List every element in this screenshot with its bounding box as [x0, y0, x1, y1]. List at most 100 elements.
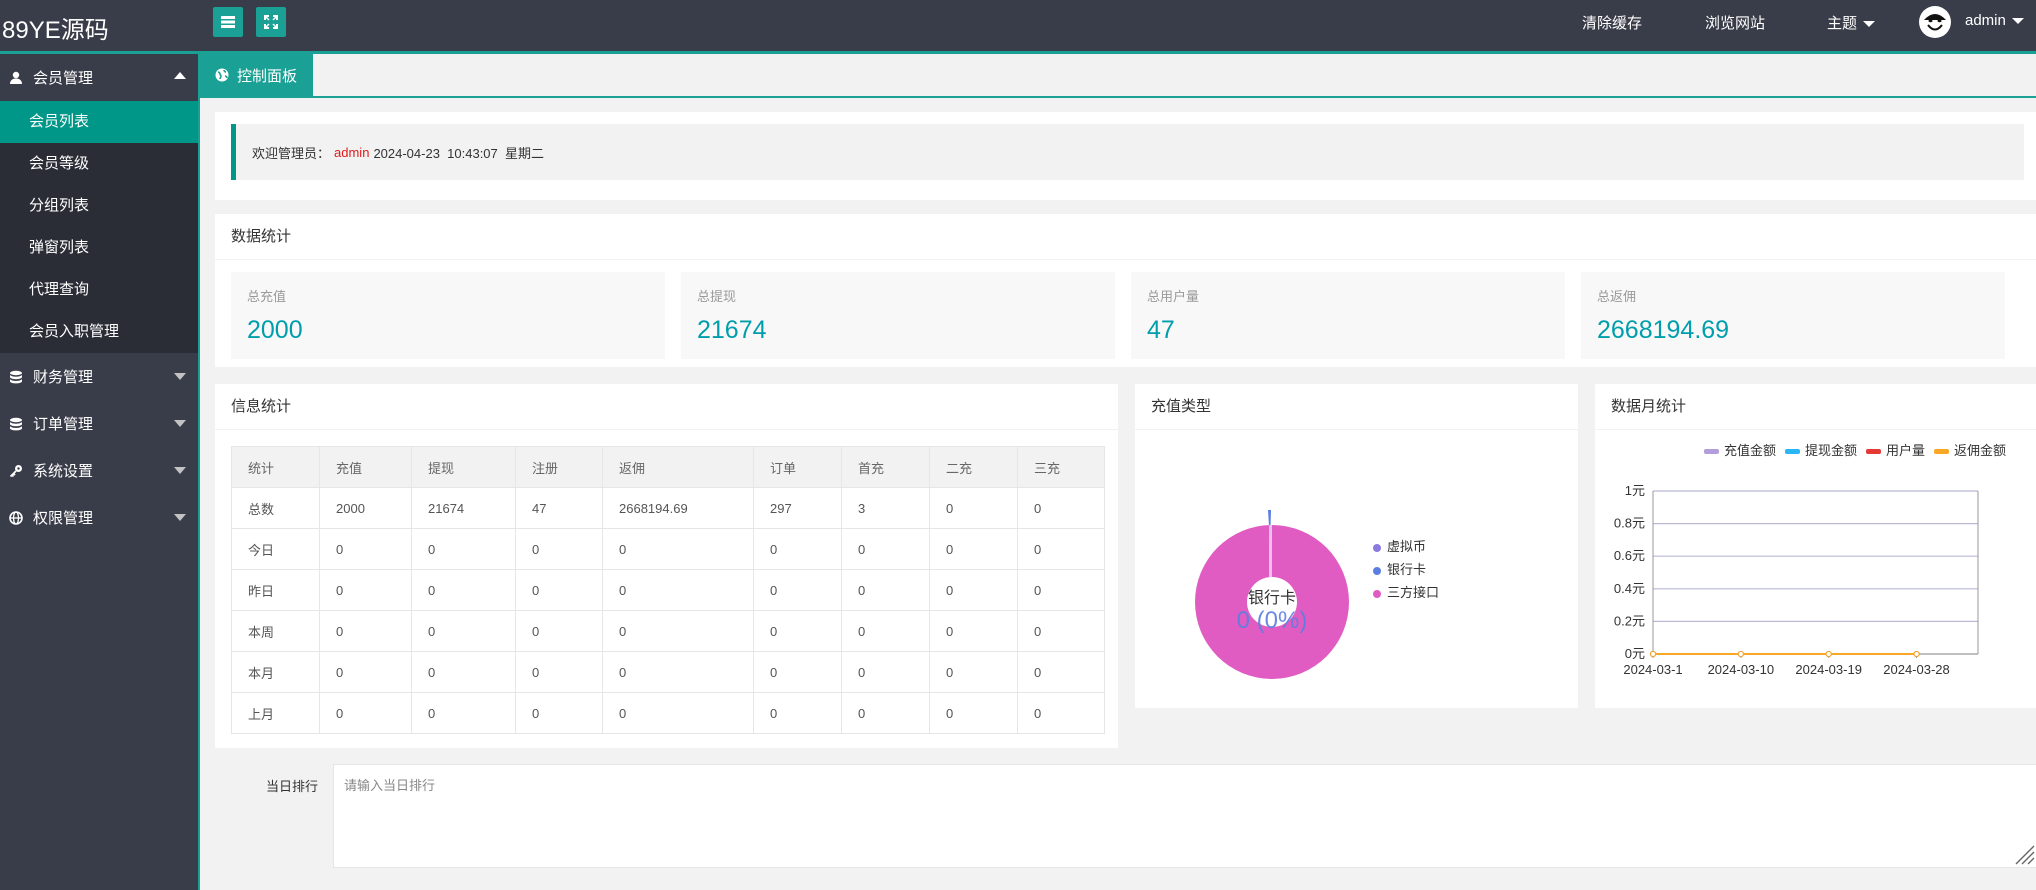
- chevron-down-icon: [174, 467, 186, 474]
- welcome-datetime: 2024-04-23 10:43:07 星期二: [373, 145, 544, 161]
- sidebar-item-member-level[interactable]: 会员等级: [0, 143, 198, 185]
- sidebar-group-finance[interactable]: 财务管理: [0, 353, 198, 400]
- table-cell: 0: [319, 651, 412, 693]
- table-cell: 0: [929, 692, 1018, 734]
- info-stats-card: 信息统计 统计 充值 提现 注册 返佣 订单 首充 二充 三充 总数 2000 21…: [215, 384, 1118, 748]
- column-header: 返佣: [602, 446, 754, 488]
- column-header: 统计: [231, 446, 320, 488]
- series-point: [1650, 651, 1656, 657]
- legend-item-virtual-coin[interactable]: 虚拟币: [1373, 536, 1426, 555]
- clear-cache-link[interactable]: 清除缓存: [1582, 12, 1642, 33]
- stat-label: 总充值: [247, 289, 287, 304]
- sidebar-group-permissions[interactable]: 权限管理: [0, 494, 198, 541]
- tab-dashboard[interactable]: 控制面板: [198, 54, 313, 96]
- table-cell: 0: [753, 692, 842, 734]
- table-cell: 2000: [319, 487, 412, 529]
- table-cell: 0: [515, 569, 603, 611]
- sidebar-item-member-list[interactable]: 会员列表: [0, 101, 198, 143]
- stat-total-recharge: 总充值 2000: [231, 272, 665, 359]
- main-content: 欢迎管理员： admin 2024-04-23 10:43:07 星期二 数据统…: [198, 98, 2036, 890]
- table-cell: 0: [841, 610, 930, 652]
- sidebar-item-agent-query[interactable]: 代理查询: [0, 269, 198, 311]
- table-cell: 本周: [231, 610, 320, 652]
- table-cell: 0: [319, 610, 412, 652]
- legend-item-third-party[interactable]: 三方接口: [1373, 582, 1439, 601]
- legend-dot: [1373, 589, 1381, 598]
- table-cell: 0: [1017, 487, 1105, 529]
- table-cell: 0: [929, 569, 1018, 611]
- sidebar-group-settings[interactable]: 系统设置: [0, 447, 198, 494]
- monthly-stats-card: 数据月统计 充值金额 提现金额 用户量 返佣金额 0元 0.2元 0.4元 0.6元 0…: [1595, 384, 2036, 708]
- recharge-type-card: 充值类型 银行卡 0 (0%) 虚拟币 银行卡 三方接口: [1135, 384, 1578, 708]
- table-cell: 0: [515, 692, 603, 734]
- resize-grip-icon[interactable]: [2013, 843, 2035, 865]
- user-menu[interactable]: admin: [1965, 12, 2024, 29]
- table-row: 本月 0 0 0 0 0 0 0 0: [231, 651, 1105, 693]
- chevron-down-icon: [174, 514, 186, 521]
- stat-value: 2000: [247, 316, 303, 344]
- card-title: 充值类型: [1135, 384, 1578, 430]
- column-header: 充值: [319, 446, 412, 488]
- chevron-up-icon: [174, 72, 186, 79]
- column-header: 首充: [841, 446, 930, 488]
- series-point: [1825, 651, 1832, 657]
- table-cell: 0: [319, 528, 412, 570]
- rank-placeholder: 请输入当日排行: [344, 778, 436, 793]
- globe-icon: [8, 510, 24, 526]
- stat-total-commission: 总返佣 2668194.69: [1581, 272, 2005, 359]
- sidebar-group-members[interactable]: 会员管理: [0, 54, 198, 101]
- table-row: 昨日 0 0 0 0 0 0 0 0: [231, 569, 1105, 611]
- table-cell: 总数: [231, 487, 320, 529]
- theme-menu[interactable]: 主题: [1827, 12, 1876, 33]
- table-row: 总数 2000 21674 47 2668194.69 297 3 0 0: [231, 487, 1105, 529]
- table-cell: 297: [753, 487, 842, 529]
- table-cell: 0: [753, 610, 842, 652]
- legend-label: 虚拟币: [1387, 539, 1427, 554]
- stat-value: 47: [1147, 316, 1175, 344]
- column-header: 提现: [411, 446, 516, 488]
- welcome-prefix: 欢迎管理员：: [252, 145, 331, 161]
- legend-item-bank-card[interactable]: 银行卡: [1373, 559, 1426, 578]
- sidebar-item-onboarding[interactable]: 会员入职管理: [0, 311, 198, 353]
- table-cell: 2668194.69: [602, 487, 754, 529]
- chevron-down-icon: [174, 373, 186, 380]
- table-cell: 0: [1017, 651, 1105, 693]
- user-icon: [8, 70, 24, 86]
- browse-site-link[interactable]: 浏览网站: [1705, 12, 1765, 33]
- table-cell: 0: [411, 569, 516, 611]
- toggle-sidebar-button[interactable]: [213, 7, 243, 37]
- table-cell: 3: [841, 487, 930, 529]
- sidebar-group-label: 系统设置: [33, 463, 94, 480]
- stat-label: 总返佣: [1597, 289, 1637, 304]
- theme-label: 主题: [1827, 15, 1858, 32]
- sidebar-item-group-list[interactable]: 分组列表: [0, 185, 198, 227]
- chevron-down-icon: [1863, 21, 1876, 28]
- pie-slice-highlight: [1269, 525, 1272, 577]
- stat-label: 总用户量: [1147, 289, 1200, 304]
- table-cell: 0: [1017, 610, 1105, 652]
- sidebar-item-popup-list[interactable]: 弹窗列表: [0, 227, 198, 269]
- legend-dot: [1373, 543, 1381, 552]
- table-cell: 0: [929, 528, 1018, 570]
- user-name: admin: [1965, 12, 2006, 29]
- card-title: 数据统计: [215, 214, 2036, 260]
- x-tick-label: 2024-03-1: [1623, 662, 1682, 677]
- table-cell: 本月: [231, 651, 320, 693]
- table-cell: 0: [929, 651, 1018, 693]
- sidebar-group-orders[interactable]: 订单管理: [0, 400, 198, 447]
- x-tick-label: 2024-03-19: [1795, 662, 1862, 677]
- table-cell: 0: [841, 692, 930, 734]
- stat-total-withdraw: 总提现 21674: [681, 272, 1115, 359]
- table-cell: 0: [841, 651, 930, 693]
- column-header: 订单: [753, 446, 842, 488]
- rank-textarea[interactable]: 请输入当日排行: [333, 764, 2036, 868]
- tab-bar: 控制面板: [198, 54, 2036, 98]
- table-cell: 0: [411, 651, 516, 693]
- card-title: 信息统计: [215, 384, 1118, 430]
- table-cell: 0: [929, 610, 1018, 652]
- table-cell: 0: [602, 610, 754, 652]
- avatar[interactable]: [1919, 6, 1951, 38]
- table-header-row: 统计 充值 提现 注册 返佣 订单 首充 二充 三充: [231, 446, 1105, 488]
- fullscreen-button[interactable]: [256, 7, 286, 37]
- welcome-user: admin: [334, 144, 370, 160]
